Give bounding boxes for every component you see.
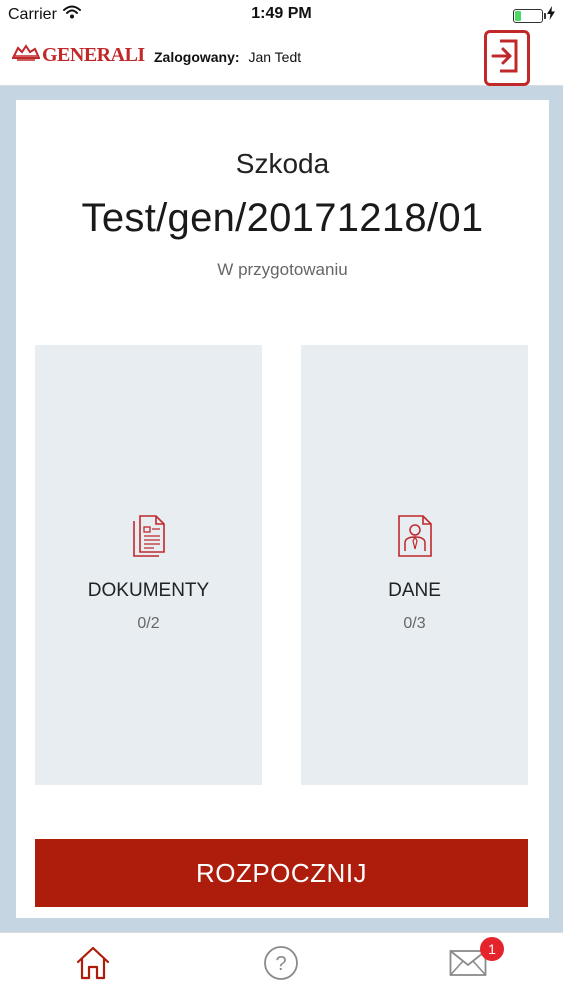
logout-icon xyxy=(490,38,524,79)
tab-help[interactable]: ? xyxy=(257,941,305,989)
help-icon: ? xyxy=(263,945,299,986)
lion-icon xyxy=(11,44,41,67)
help-glyph: ? xyxy=(275,953,286,975)
data-tile-count: 0/3 xyxy=(403,615,426,632)
logged-in-label: Zalogowany: xyxy=(154,49,240,65)
documents-tile-count: 0/2 xyxy=(137,615,160,632)
logout-button[interactable] xyxy=(484,30,530,86)
messages-badge: 1 xyxy=(480,937,504,961)
home-icon xyxy=(75,945,111,986)
claim-status: W przygotowaniu xyxy=(217,260,348,279)
documents-tile[interactable]: DOKUMENTY 0/2 xyxy=(35,345,262,785)
data-tile[interactable]: DANE 0/3 xyxy=(301,345,528,785)
battery-indicator xyxy=(513,6,555,25)
documents-icon xyxy=(132,515,166,562)
tab-home[interactable] xyxy=(69,941,117,989)
status-bar: Carrier 1:49 PM xyxy=(0,0,563,30)
status-time: 1:49 PM xyxy=(251,5,312,22)
claim-card: Szkoda Test/gen/20171218/01 W przygotowa… xyxy=(16,100,549,918)
person-data-icon xyxy=(397,515,433,562)
claim-type: Szkoda xyxy=(235,148,330,179)
claim-number: Test/gen/20171218/01 xyxy=(81,196,484,240)
logged-in-info: Zalogowany: Jan Tedt xyxy=(154,49,301,65)
documents-tile-title: DOKUMENTY xyxy=(87,580,210,601)
main-frame: Szkoda Test/gen/20171218/01 W przygotowa… xyxy=(0,86,563,932)
generali-logo: GENERALI xyxy=(11,44,145,67)
data-tile-title: DANE xyxy=(388,580,441,601)
brand-name: GENERALI xyxy=(42,44,145,66)
start-button[interactable]: ROZPOCZNIJ xyxy=(35,839,528,907)
charging-icon xyxy=(547,6,555,25)
battery-icon xyxy=(513,8,546,23)
user-name: Jan Tedt xyxy=(248,49,302,65)
tab-bar: ? xyxy=(0,932,563,1000)
app-header: GENERALI Zalogowany: Jan Tedt xyxy=(0,30,563,86)
